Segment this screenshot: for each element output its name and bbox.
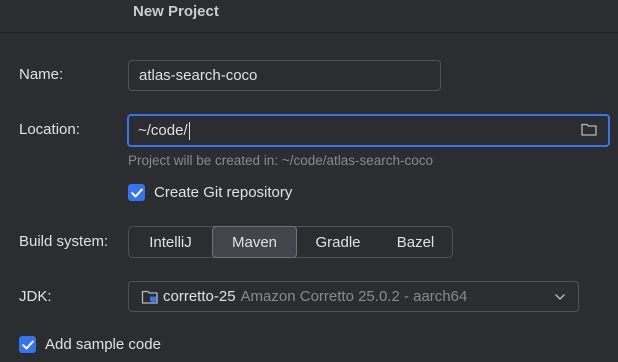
dialog-title: New Project bbox=[133, 3, 219, 20]
build-option-maven[interactable]: Maven bbox=[212, 226, 297, 258]
location-hint: Project will be created in: ~/code/atlas… bbox=[128, 153, 434, 168]
location-field[interactable]: ~/code/ bbox=[127, 114, 610, 147]
jdk-folder-icon bbox=[141, 290, 158, 304]
sample-code-checkbox-label: Add sample code bbox=[45, 336, 161, 353]
jdk-label: JDK: bbox=[19, 288, 52, 305]
dialog-titlebar: New Project bbox=[0, 0, 618, 26]
jdk-dropdown[interactable]: corretto-25 Amazon Corretto 25.0.2 - aar… bbox=[128, 281, 579, 312]
build-option-bazel[interactable]: Bazel bbox=[379, 227, 452, 257]
name-field[interactable]: atlas-search-coco bbox=[128, 60, 441, 91]
build-option-intellij[interactable]: IntelliJ bbox=[129, 227, 212, 257]
text-caret bbox=[188, 121, 190, 140]
build-system-selector: IntelliJ Maven Gradle Bazel bbox=[128, 226, 453, 258]
checkmark-icon bbox=[130, 188, 143, 197]
git-checkbox[interactable] bbox=[128, 184, 145, 201]
jdk-name: corretto-25 bbox=[163, 288, 236, 305]
checkmark-icon bbox=[21, 340, 34, 349]
title-separator bbox=[0, 32, 618, 33]
jdk-detail: Amazon Corretto 25.0.2 - aarch64 bbox=[240, 288, 468, 305]
name-field-value: atlas-search-coco bbox=[139, 67, 258, 84]
git-checkbox-label: Create Git repository bbox=[154, 184, 293, 201]
build-system-label: Build system: bbox=[19, 233, 109, 250]
folder-icon[interactable] bbox=[581, 122, 597, 136]
chevron-down-icon bbox=[555, 294, 565, 300]
location-label: Location: bbox=[19, 121, 80, 138]
git-checkbox-row[interactable]: Create Git repository bbox=[128, 184, 292, 201]
build-option-gradle[interactable]: Gradle bbox=[297, 227, 379, 257]
name-label: Name: bbox=[19, 66, 64, 83]
sample-code-checkbox-row[interactable]: Add sample code bbox=[19, 336, 161, 353]
sample-code-checkbox[interactable] bbox=[19, 336, 36, 353]
location-field-value: ~/code/ bbox=[138, 122, 188, 139]
